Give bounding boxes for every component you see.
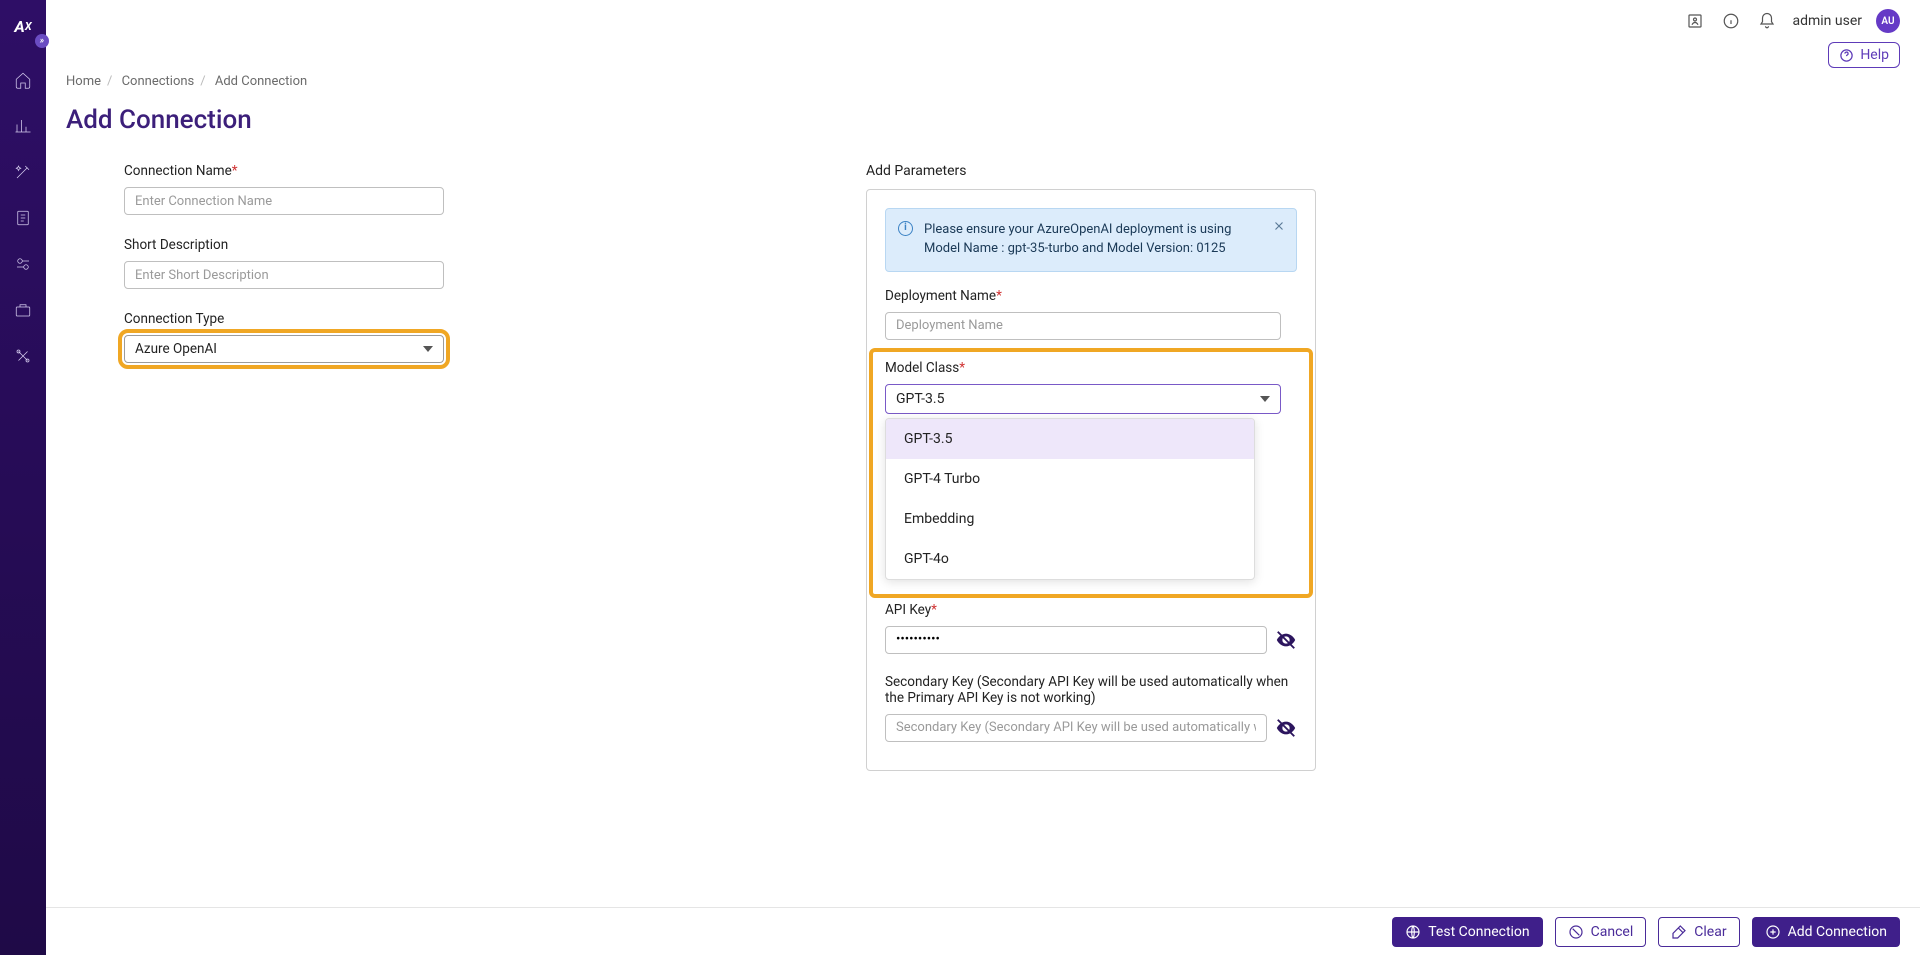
conn-name-label: Connection Name* — [124, 163, 826, 179]
option-gpt4turbo[interactable]: GPT-4 Turbo — [886, 459, 1254, 499]
short-desc-input[interactable] — [124, 261, 444, 289]
info-icon[interactable] — [1720, 10, 1742, 32]
add-connection-button[interactable]: Add Connection — [1752, 917, 1900, 947]
nav-briefcase[interactable] — [9, 296, 37, 324]
alert-info-icon: i — [898, 221, 913, 236]
secondary-label: Secondary Key (Secondary API Key will be… — [885, 674, 1297, 706]
eye-off-icon[interactable] — [1275, 717, 1297, 739]
api-key-label: API Key* — [885, 602, 1297, 618]
help-label: Help — [1860, 47, 1889, 63]
avatar[interactable]: AU — [1876, 9, 1900, 33]
params-panel: i Please ensure your AzureOpenAI deploym… — [866, 189, 1316, 771]
crumb-home[interactable]: Home — [66, 74, 101, 89]
test-connection-button[interactable]: Test Connection — [1392, 917, 1542, 947]
conn-type-value: Azure OpenAI — [135, 341, 217, 357]
nav-magic[interactable] — [9, 158, 37, 186]
cancel-button[interactable]: Cancel — [1555, 917, 1647, 947]
alert-close-icon[interactable] — [1272, 219, 1286, 233]
user-name: admin user — [1792, 13, 1862, 29]
topbar: admin user AU — [46, 0, 1920, 42]
params-title: Add Parameters — [866, 163, 1900, 179]
option-gpt35[interactable]: GPT-3.5 — [886, 419, 1254, 459]
chevron-down-icon — [1260, 396, 1270, 402]
app-logo: AX» — [3, 8, 43, 44]
model-class-dropdown: GPT-3.5 GPT-4 Turbo Embedding GPT-4o — [885, 418, 1255, 580]
conn-name-input[interactable] — [124, 187, 444, 215]
nav-home[interactable] — [9, 66, 37, 94]
nav-settings[interactable] — [9, 250, 37, 278]
model-class-highlight: Model Class* GPT-3.5 GPT-3.5 GPT-4 Turbo… — [871, 350, 1311, 596]
card-icon[interactable] — [1684, 10, 1706, 32]
sidebar: AX» — [0, 0, 46, 955]
nav-docs[interactable] — [9, 204, 37, 232]
conn-type-label: Connection Type — [124, 311, 826, 327]
clear-button[interactable]: Clear — [1658, 917, 1739, 947]
deployment-label: Deployment Name* — [885, 288, 1297, 304]
chevron-down-icon — [423, 346, 433, 352]
option-embedding[interactable]: Embedding — [886, 499, 1254, 539]
footer: Test Connection Cancel Clear Add Connect… — [46, 907, 1920, 955]
bell-icon[interactable] — [1756, 10, 1778, 32]
model-class-label: Model Class* — [885, 360, 1297, 376]
alert-text: Please ensure your AzureOpenAI deploymen… — [924, 222, 1231, 256]
help-button[interactable]: Help — [1828, 42, 1900, 68]
crumb-connections[interactable]: Connections — [122, 74, 195, 89]
model-class-value: GPT-3.5 — [896, 391, 944, 407]
eye-off-icon[interactable] — [1275, 629, 1297, 651]
short-desc-label: Short Description — [124, 237, 826, 253]
api-key-input[interactable] — [885, 626, 1267, 654]
secondary-key-input[interactable] — [885, 714, 1267, 742]
conn-type-select[interactable]: Azure OpenAI — [124, 335, 444, 363]
expand-icon[interactable]: » — [35, 34, 49, 48]
info-alert: i Please ensure your AzureOpenAI deploym… — [885, 208, 1297, 272]
page-title: Add Connection — [66, 105, 1900, 135]
crumb-current: Add Connection — [215, 74, 307, 89]
deployment-input[interactable] — [885, 312, 1281, 340]
breadcrumb: Home/ Connections/ Add Connection — [66, 74, 1900, 89]
nav-tools[interactable] — [9, 342, 37, 370]
option-gpt4o[interactable]: GPT-4o — [886, 539, 1254, 579]
nav-analytics[interactable] — [9, 112, 37, 140]
model-class-select[interactable]: GPT-3.5 — [885, 384, 1281, 414]
